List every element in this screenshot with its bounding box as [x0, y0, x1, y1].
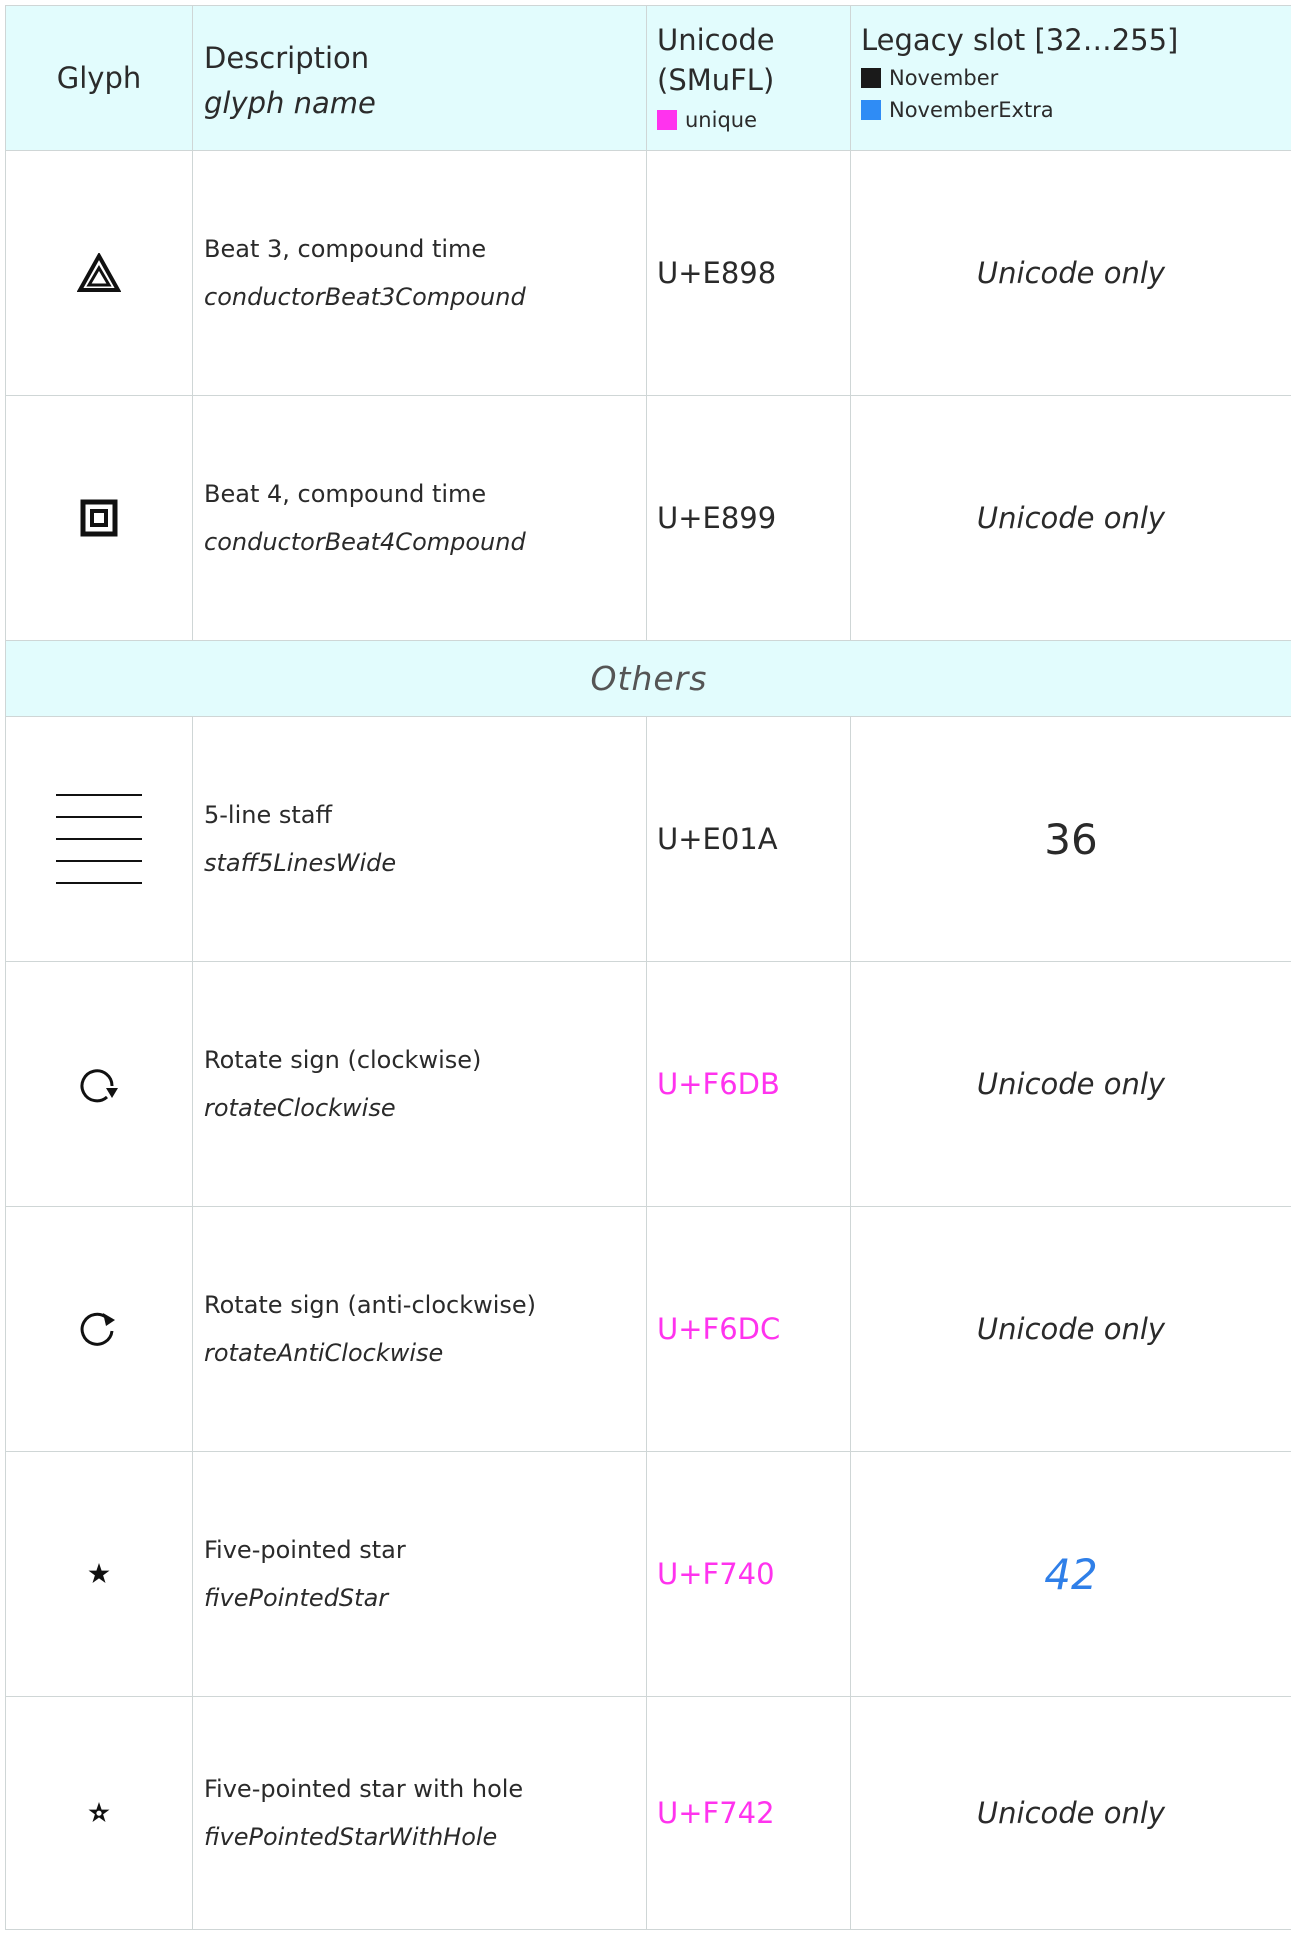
description-cell: Five-pointed star fivePointedStar: [193, 1452, 647, 1696]
description-text: Five-pointed star: [204, 1536, 406, 1564]
description-cell: Beat 3, compound time conductorBeat3Comp…: [193, 151, 647, 395]
table-row: Rotate sign (anti-clockwise) rotateAntiC…: [6, 1207, 1291, 1452]
unicode-cell: U+E899: [647, 396, 851, 640]
legend-unique-label: unique: [685, 108, 758, 132]
legacy-cell: Unicode only: [976, 501, 1166, 535]
legacy-cell: Unicode only: [976, 1067, 1166, 1101]
description-text: Beat 3, compound time: [204, 235, 487, 263]
glyph-name-text: conductorBeat4Compound: [204, 528, 526, 556]
description-text: Beat 4, compound time: [204, 480, 487, 508]
square-in-square-icon: [80, 499, 118, 537]
rotate-anticlockwise-icon: [80, 1312, 115, 1346]
table-header: Glyph Description glyph name Unicode (SM…: [6, 6, 1291, 151]
legend-november-extra: NovemberExtra: [861, 96, 1291, 124]
legacy-cell: 42: [1044, 1549, 1098, 1599]
five-pointed-star-hole-icon: [88, 1802, 110, 1822]
staff-lines-icon: [56, 794, 142, 884]
unicode-cell: U+F740: [647, 1452, 851, 1696]
glyph-cell: [6, 1697, 193, 1929]
glyph-cell: [6, 1452, 193, 1696]
table-row: Five-pointed star fivePointedStar U+F740…: [6, 1452, 1291, 1697]
section-header: Others: [6, 641, 1291, 717]
glyph-name-text: fivePointedStarWithHole: [204, 1823, 498, 1851]
unique-swatch: [657, 110, 677, 130]
header-glyph-name-label: glyph name: [204, 86, 376, 120]
description-cell: Rotate sign (clockwise) rotateClockwise: [193, 962, 647, 1206]
description-text: Rotate sign (anti-clockwise): [204, 1291, 537, 1319]
unicode-cell: U+F742: [647, 1697, 851, 1929]
glyph-cell: [6, 962, 193, 1206]
legacy-cell: Unicode only: [976, 1796, 1166, 1830]
five-pointed-star-icon: [88, 1563, 110, 1583]
description-text: Rotate sign (clockwise): [204, 1046, 482, 1074]
description-text: 5-line staff: [204, 801, 333, 829]
header-description: Description glyph name: [193, 6, 647, 150]
table-row: Rotate sign (clockwise) rotateClockwise …: [6, 962, 1291, 1207]
glyph-name-text: conductorBeat3Compound: [204, 283, 526, 311]
section-title: Others: [590, 659, 708, 698]
legacy-cell: Unicode only: [976, 1312, 1166, 1346]
triangle-in-triangle-icon: [77, 253, 121, 292]
rotate-clockwise-icon: [80, 1069, 118, 1103]
description-cell: 5-line staff staff5LinesWide: [193, 717, 647, 961]
legend-november-extra-label: NovemberExtra: [889, 98, 1054, 122]
unicode-cell: U+E01A: [647, 717, 851, 961]
table-row: Beat 3, compound time conductorBeat3Comp…: [6, 151, 1291, 396]
table-row: Five-pointed star with hole fivePointedS…: [6, 1697, 1291, 1930]
glyph-cell: [6, 151, 193, 395]
legend-november: November: [861, 64, 1291, 92]
legend-unique: unique: [657, 106, 850, 134]
november-swatch: [861, 68, 881, 88]
glyph-name-text: fivePointedStar: [204, 1584, 389, 1612]
glyph-name-text: rotateClockwise: [204, 1094, 396, 1122]
table-row: Beat 4, compound time conductorBeat4Comp…: [6, 396, 1291, 641]
description-cell: Five-pointed star with hole fivePointedS…: [193, 1697, 647, 1929]
header-legacy-label: Legacy slot [32…255]: [861, 23, 1179, 57]
legend-november-label: November: [889, 66, 999, 90]
glyph-name-text: rotateAntiClockwise: [204, 1339, 444, 1367]
header-glyph: Glyph: [6, 6, 193, 150]
header-smufl-label: (SMuFL): [657, 63, 775, 97]
glyph-table: Glyph Description glyph name Unicode (SM…: [5, 5, 1291, 1930]
description-cell: Beat 4, compound time conductorBeat4Comp…: [193, 396, 647, 640]
header-legacy: Legacy slot [32…255] November NovemberEx…: [851, 6, 1291, 150]
november-extra-swatch: [861, 100, 881, 120]
glyph-cell: [6, 717, 193, 961]
header-glyph-label: Glyph: [56, 61, 142, 95]
unicode-cell: U+F6DB: [647, 962, 851, 1206]
unicode-cell: U+F6DC: [647, 1207, 851, 1451]
header-unicode: Unicode (SMuFL) unique: [647, 6, 851, 150]
legacy-cell: 36: [1044, 814, 1098, 864]
legacy-cell: Unicode only: [976, 256, 1166, 290]
description-cell: Rotate sign (anti-clockwise) rotateAntiC…: [193, 1207, 647, 1451]
glyph-cell: [6, 396, 193, 640]
table-row: 5-line staff staff5LinesWide U+E01A 36: [6, 717, 1291, 962]
glyph-name-text: staff5LinesWide: [204, 849, 397, 877]
unicode-cell: U+E898: [647, 151, 851, 395]
glyph-cell: [6, 1207, 193, 1451]
header-description-label: Description: [204, 41, 370, 75]
description-text: Five-pointed star with hole: [204, 1775, 524, 1803]
header-unicode-label: Unicode: [657, 23, 775, 57]
